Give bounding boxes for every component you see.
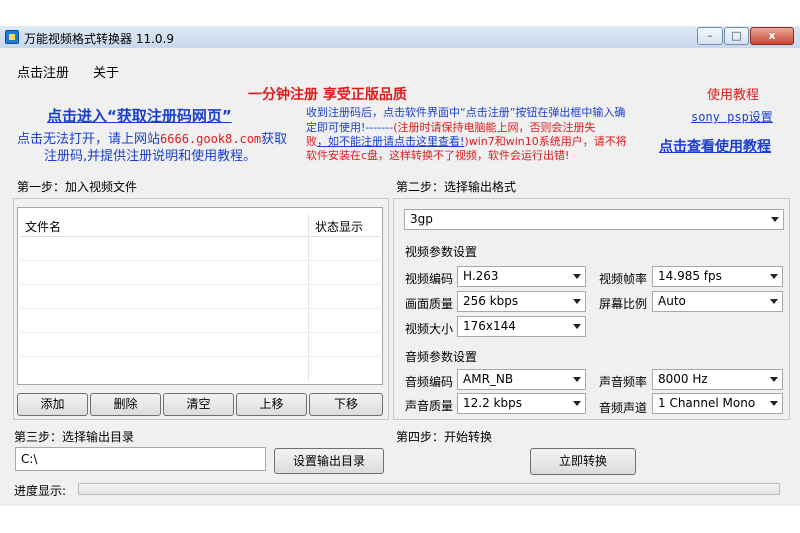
channels-value: 1 Channel Mono [658,396,756,410]
quality-value: 256 kbps [463,294,519,308]
minimize-button[interactable]: – [697,27,723,45]
menu-about[interactable]: 关于 [93,62,119,81]
file-list[interactable]: 文件名 状态显示 [17,207,383,385]
sony-psp-link[interactable]: sony psp设置 [691,108,773,125]
chevron-down-icon [770,401,778,406]
frame-rate-select[interactable]: 14.985 fps [652,266,783,287]
maximize-button[interactable]: □ [724,27,749,45]
audio-quality-label: 声音质量 [405,399,454,413]
alt-info-line2: 注册码,并提供注册说明和使用教程。 [44,149,257,164]
video-group-title: 视频参数设置 [405,245,478,259]
chevron-down-icon [770,377,778,382]
format-value: 3gp [410,212,433,226]
sample-rate-label: 声音频率 [599,375,648,389]
header-divider [20,236,380,237]
sample-rate-select[interactable]: 8000 Hz [652,369,783,390]
audio-group-title: 音频参数设置 [405,350,478,364]
audio-codec-select[interactable]: AMR_NB [457,369,586,390]
list-row-line [20,308,380,309]
audio-codec-value: AMR_NB [463,372,514,386]
chevron-down-icon [770,274,778,279]
channels-label: 音频声道 [599,401,648,415]
col-status[interactable]: 状态显示 [315,218,363,235]
video-codec-select[interactable]: H.263 [457,266,586,287]
list-row-line [20,332,380,333]
aspect-label: 屏幕比例 [599,297,648,311]
aspect-select[interactable]: Auto [652,291,783,312]
step3-title: 第三步：选择输出目录 [14,430,135,444]
list-row-line [20,284,380,285]
frame-rate-value: 14.985 fps [658,269,722,283]
chevron-down-icon [573,274,581,279]
video-codec-label: 视频编码 [405,272,454,286]
chevron-down-icon [573,401,581,406]
app-icon [5,30,19,44]
sample-rate-value: 8000 Hz [658,372,708,386]
aspect-value: Auto [658,294,686,308]
info-line4: 软件安装在c盘，这样转换不了视频，软件会运行出错! [306,149,570,162]
alt-site: 6666.gook8.com [160,132,262,146]
register-slogan: 一分钟注册 享受正版品质 [248,87,407,103]
chevron-down-icon [771,217,779,222]
list-row-line [20,260,380,261]
quality-label: 画面质量 [405,297,454,311]
list-row-line [20,356,380,357]
info-line1: 收到注册码后，点击软件界面中“点击注册”按钮在弹出框中输入确 [306,106,626,119]
size-label: 视频大小 [405,322,454,336]
chevron-down-icon [573,299,581,304]
video-codec-value: H.263 [463,269,499,283]
chevron-down-icon [573,324,581,329]
audio-codec-label: 音频编码 [405,375,454,389]
close-button[interactable]: x [750,27,794,45]
col-filename[interactable]: 文件名 [25,218,61,235]
format-select[interactable]: 3gp [404,209,784,230]
frame-rate-label: 视频帧率 [599,272,648,286]
move-up-button[interactable]: 上移 [236,393,307,416]
size-value: 176x144 [463,319,516,333]
progress-label: 进度显示: [14,484,67,498]
window-title: 万能视频格式转换器 11.0.9 [24,32,174,46]
chevron-down-icon [573,377,581,382]
step4-title: 第四步：开始转换 [396,430,493,444]
menu-register[interactable]: 点击注册 [17,62,69,81]
set-output-dir-button[interactable]: 设置输出目录 [274,448,384,474]
delete-button[interactable]: 删除 [90,393,161,416]
alt-info-suffix: 获取 [261,132,288,147]
add-button[interactable]: 添加 [17,393,88,416]
output-path-input[interactable]: C:\ [15,447,266,471]
quality-select[interactable]: 256 kbps [457,291,586,312]
chevron-down-icon [770,299,778,304]
size-select[interactable]: 176x144 [457,316,586,337]
audio-quality-value: 12.2 kbps [463,396,522,410]
usage-link[interactable]: 点击查看使用教程 [659,136,771,156]
clear-button[interactable]: 清空 [163,393,234,416]
convert-now-button[interactable]: 立即转换 [530,448,636,475]
move-down-button[interactable]: 下移 [309,393,383,416]
tutorial-label: 使用教程 [707,88,760,103]
channels-select[interactable]: 1 Channel Mono [652,393,783,414]
get-code-link[interactable]: 点击进入“获取注册码网页” [47,105,232,126]
step1-title: 第一步：加入视频文件 [17,180,138,194]
audio-quality-select[interactable]: 12.2 kbps [457,393,586,414]
step2-title: 第二步：选择输出格式 [396,180,517,194]
progress-bar [78,483,780,495]
